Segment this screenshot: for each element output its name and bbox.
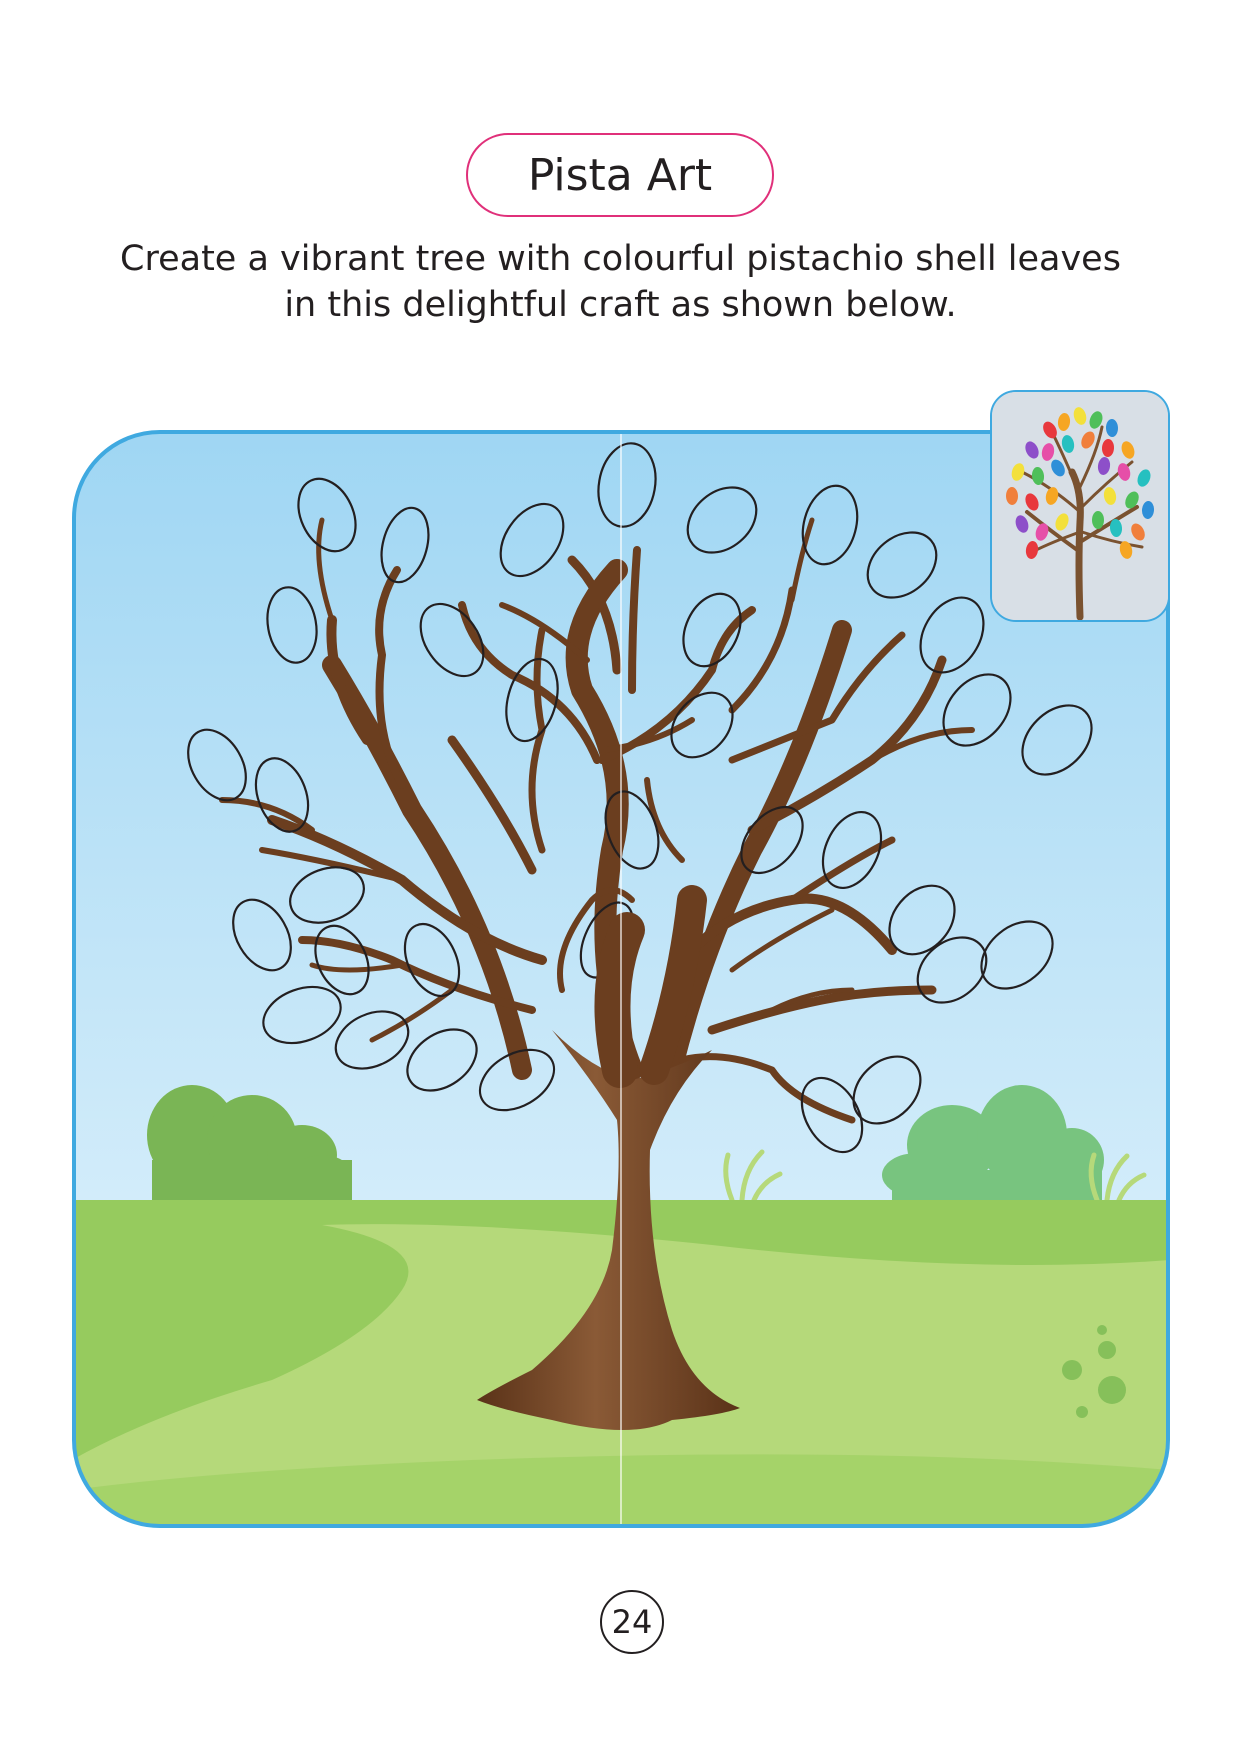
- page-title: Pista Art: [466, 133, 774, 217]
- reference-photo: [990, 390, 1170, 622]
- reference-leaf: [1092, 511, 1104, 529]
- reference-tree-image: [992, 392, 1168, 620]
- instructions-line-1: Create a vibrant tree with colourful pis…: [120, 239, 1121, 279]
- page-number: 24: [600, 1590, 664, 1654]
- instructions-line-2: in this delightful craft as shown below.: [284, 285, 957, 325]
- instructions: Create a vibrant tree with colourful pis…: [100, 236, 1141, 328]
